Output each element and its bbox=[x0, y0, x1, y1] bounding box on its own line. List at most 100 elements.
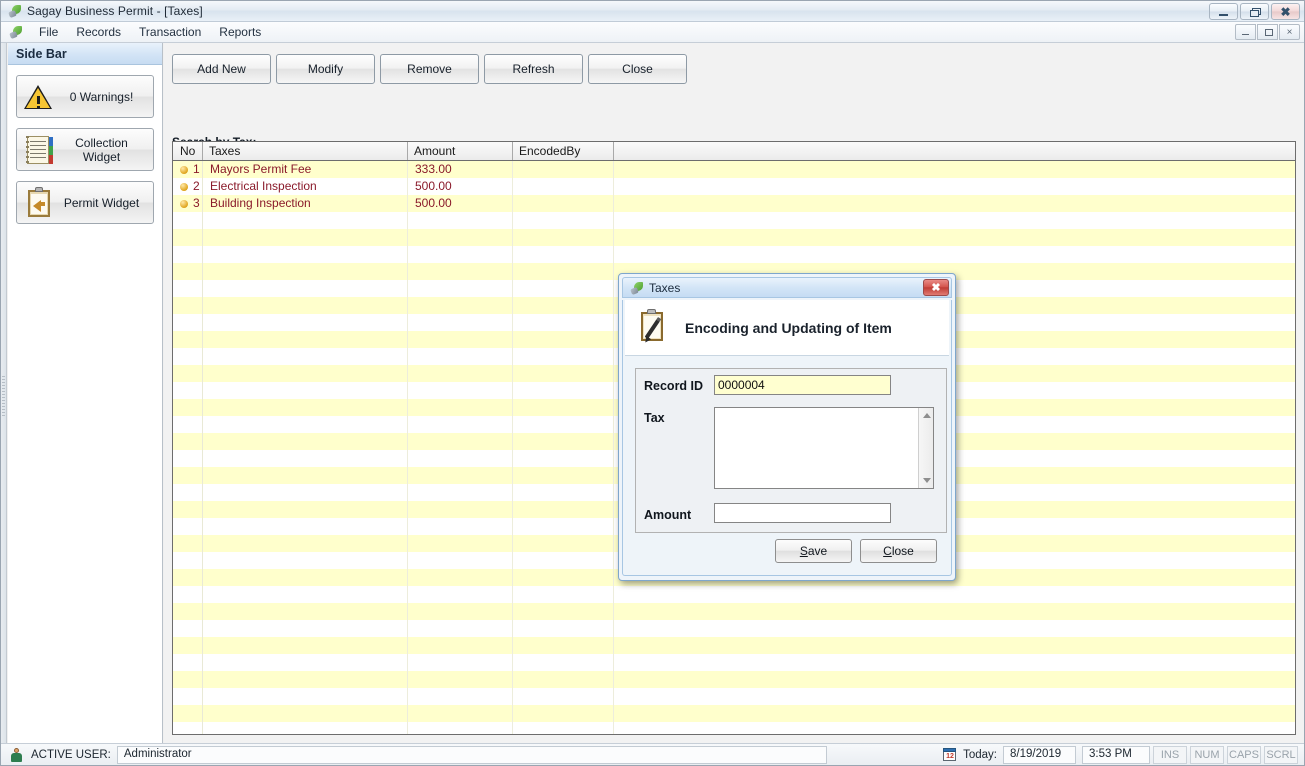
remove-button[interactable]: Remove bbox=[380, 54, 479, 84]
table-cell-empty bbox=[513, 620, 614, 637]
table-cell-empty bbox=[513, 450, 614, 467]
table-row-empty[interactable] bbox=[173, 654, 1295, 671]
grid-header-amount[interactable]: Amount bbox=[408, 142, 513, 160]
amount-input[interactable] bbox=[714, 503, 891, 523]
menu-item-transaction[interactable]: Transaction bbox=[130, 23, 210, 41]
table-row-empty[interactable] bbox=[173, 212, 1295, 229]
table-row-empty[interactable] bbox=[173, 229, 1295, 246]
sidebar-item-permit-widget[interactable]: Permit Widget bbox=[16, 181, 154, 224]
clipboard-pen-icon bbox=[637, 310, 673, 346]
close-button[interactable]: Close bbox=[588, 54, 687, 84]
scroll-up-icon[interactable] bbox=[923, 413, 931, 418]
table-row-empty[interactable] bbox=[173, 637, 1295, 654]
record-id-input[interactable] bbox=[714, 375, 891, 395]
title-bar: Sagay Business Permit - [Taxes] ✖ bbox=[1, 1, 1304, 22]
table-cell-empty bbox=[513, 603, 614, 620]
table-cell-empty bbox=[513, 331, 614, 348]
leaf-icon bbox=[629, 280, 645, 296]
table-cell-empty bbox=[513, 518, 614, 535]
table-row[interactable]: 3Building Inspection500.00 bbox=[173, 195, 1295, 212]
table-cell-empty bbox=[203, 399, 408, 416]
table-cell-empty bbox=[203, 654, 408, 671]
dialog-close-action-button[interactable]: Close bbox=[860, 539, 937, 563]
table-row-empty[interactable] bbox=[173, 671, 1295, 688]
save-button[interactable]: Save bbox=[775, 539, 852, 563]
row-bullet-icon bbox=[180, 183, 188, 191]
sidebar-item-warnings[interactable]: 0 Warnings! bbox=[16, 75, 154, 118]
table-cell-empty bbox=[408, 399, 513, 416]
table-cell-empty bbox=[173, 620, 203, 637]
restore-icon bbox=[1264, 29, 1272, 36]
table-cell-empty bbox=[408, 280, 513, 297]
table-row-empty[interactable] bbox=[173, 705, 1295, 722]
table-row[interactable]: 1Mayors Permit Fee333.00 bbox=[173, 161, 1295, 178]
leaf-icon bbox=[7, 3, 23, 19]
table-cell-extra bbox=[614, 161, 1295, 178]
modify-button[interactable]: Modify bbox=[276, 54, 375, 84]
dialog-title: Taxes bbox=[649, 281, 680, 295]
sidebar-splitter[interactable] bbox=[1, 43, 7, 749]
dialog-body: Encoding and Updating of Item Record ID … bbox=[622, 300, 952, 576]
table-row-empty[interactable] bbox=[173, 722, 1295, 735]
table-cell-empty bbox=[173, 365, 203, 382]
mdi-minimize-button[interactable] bbox=[1235, 24, 1256, 40]
table-row[interactable]: 2Electrical Inspection500.00 bbox=[173, 178, 1295, 195]
row-bullet-icon bbox=[180, 200, 188, 208]
grid-header-blank[interactable] bbox=[614, 142, 1295, 160]
table-cell-empty bbox=[614, 671, 1295, 688]
table-cell-empty bbox=[513, 280, 614, 297]
grid-header-no[interactable]: No bbox=[173, 142, 203, 160]
menu-item-file[interactable]: File bbox=[30, 23, 67, 41]
grid-header-encodedby[interactable]: EncodedBy bbox=[513, 142, 614, 160]
scroll-down-icon[interactable] bbox=[923, 478, 931, 483]
table-row-empty[interactable] bbox=[173, 586, 1295, 603]
table-cell-encodedby bbox=[513, 195, 614, 212]
active-user-value: Administrator bbox=[117, 746, 827, 764]
restore-button[interactable] bbox=[1240, 3, 1269, 20]
table-cell-empty bbox=[513, 399, 614, 416]
table-cell-empty bbox=[513, 671, 614, 688]
table-cell-empty bbox=[203, 467, 408, 484]
record-id-label: Record ID bbox=[644, 379, 703, 393]
status-indicator-caps: CAPS bbox=[1227, 746, 1261, 764]
dialog-form-group: Record ID Tax Amount bbox=[635, 368, 947, 533]
table-cell-empty bbox=[203, 705, 408, 722]
table-cell-empty bbox=[173, 501, 203, 518]
close-button[interactable]: ✖ bbox=[1271, 3, 1300, 20]
sidebar-item-label: Permit Widget bbox=[56, 196, 153, 210]
minimize-button[interactable] bbox=[1209, 3, 1238, 20]
grid-header-taxes[interactable]: Taxes bbox=[203, 142, 408, 160]
tax-textarea[interactable] bbox=[715, 408, 918, 488]
status-date: 8/19/2019 bbox=[1003, 746, 1076, 764]
table-cell-empty bbox=[203, 212, 408, 229]
add-new-button[interactable]: Add New bbox=[172, 54, 271, 84]
table-cell-empty bbox=[408, 467, 513, 484]
table-row-empty[interactable] bbox=[173, 620, 1295, 637]
table-cell-empty bbox=[173, 484, 203, 501]
menu-item-reports[interactable]: Reports bbox=[210, 23, 270, 41]
notepad-icon bbox=[22, 133, 56, 167]
table-row-empty[interactable] bbox=[173, 246, 1295, 263]
status-indicator-num: NUM bbox=[1190, 746, 1224, 764]
table-cell-empty bbox=[614, 688, 1295, 705]
table-row-empty[interactable] bbox=[173, 603, 1295, 620]
refresh-button[interactable]: Refresh bbox=[484, 54, 583, 84]
table-row-empty[interactable] bbox=[173, 688, 1295, 705]
menu-item-records[interactable]: Records bbox=[67, 23, 130, 41]
table-cell-empty bbox=[203, 518, 408, 535]
menu-bar: File Records Transaction Reports × bbox=[1, 22, 1304, 43]
toolbar: Add New Modify Remove Refresh Close bbox=[172, 54, 687, 84]
row-number: 1 bbox=[193, 161, 200, 178]
dialog-close-button[interactable]: ✖ bbox=[923, 279, 949, 296]
table-cell-empty bbox=[173, 246, 203, 263]
table-cell-empty bbox=[408, 654, 513, 671]
mdi-restore-button[interactable] bbox=[1257, 24, 1278, 40]
tax-scrollbar[interactable] bbox=[918, 408, 933, 488]
table-cell-empty bbox=[408, 484, 513, 501]
sidebar-item-collection-widget[interactable]: Collection Widget bbox=[16, 128, 154, 171]
table-cell-empty bbox=[173, 280, 203, 297]
mdi-close-button[interactable]: × bbox=[1279, 24, 1300, 40]
table-cell-empty bbox=[408, 297, 513, 314]
status-time: 3:53 PM bbox=[1082, 746, 1150, 764]
table-cell-empty bbox=[513, 654, 614, 671]
